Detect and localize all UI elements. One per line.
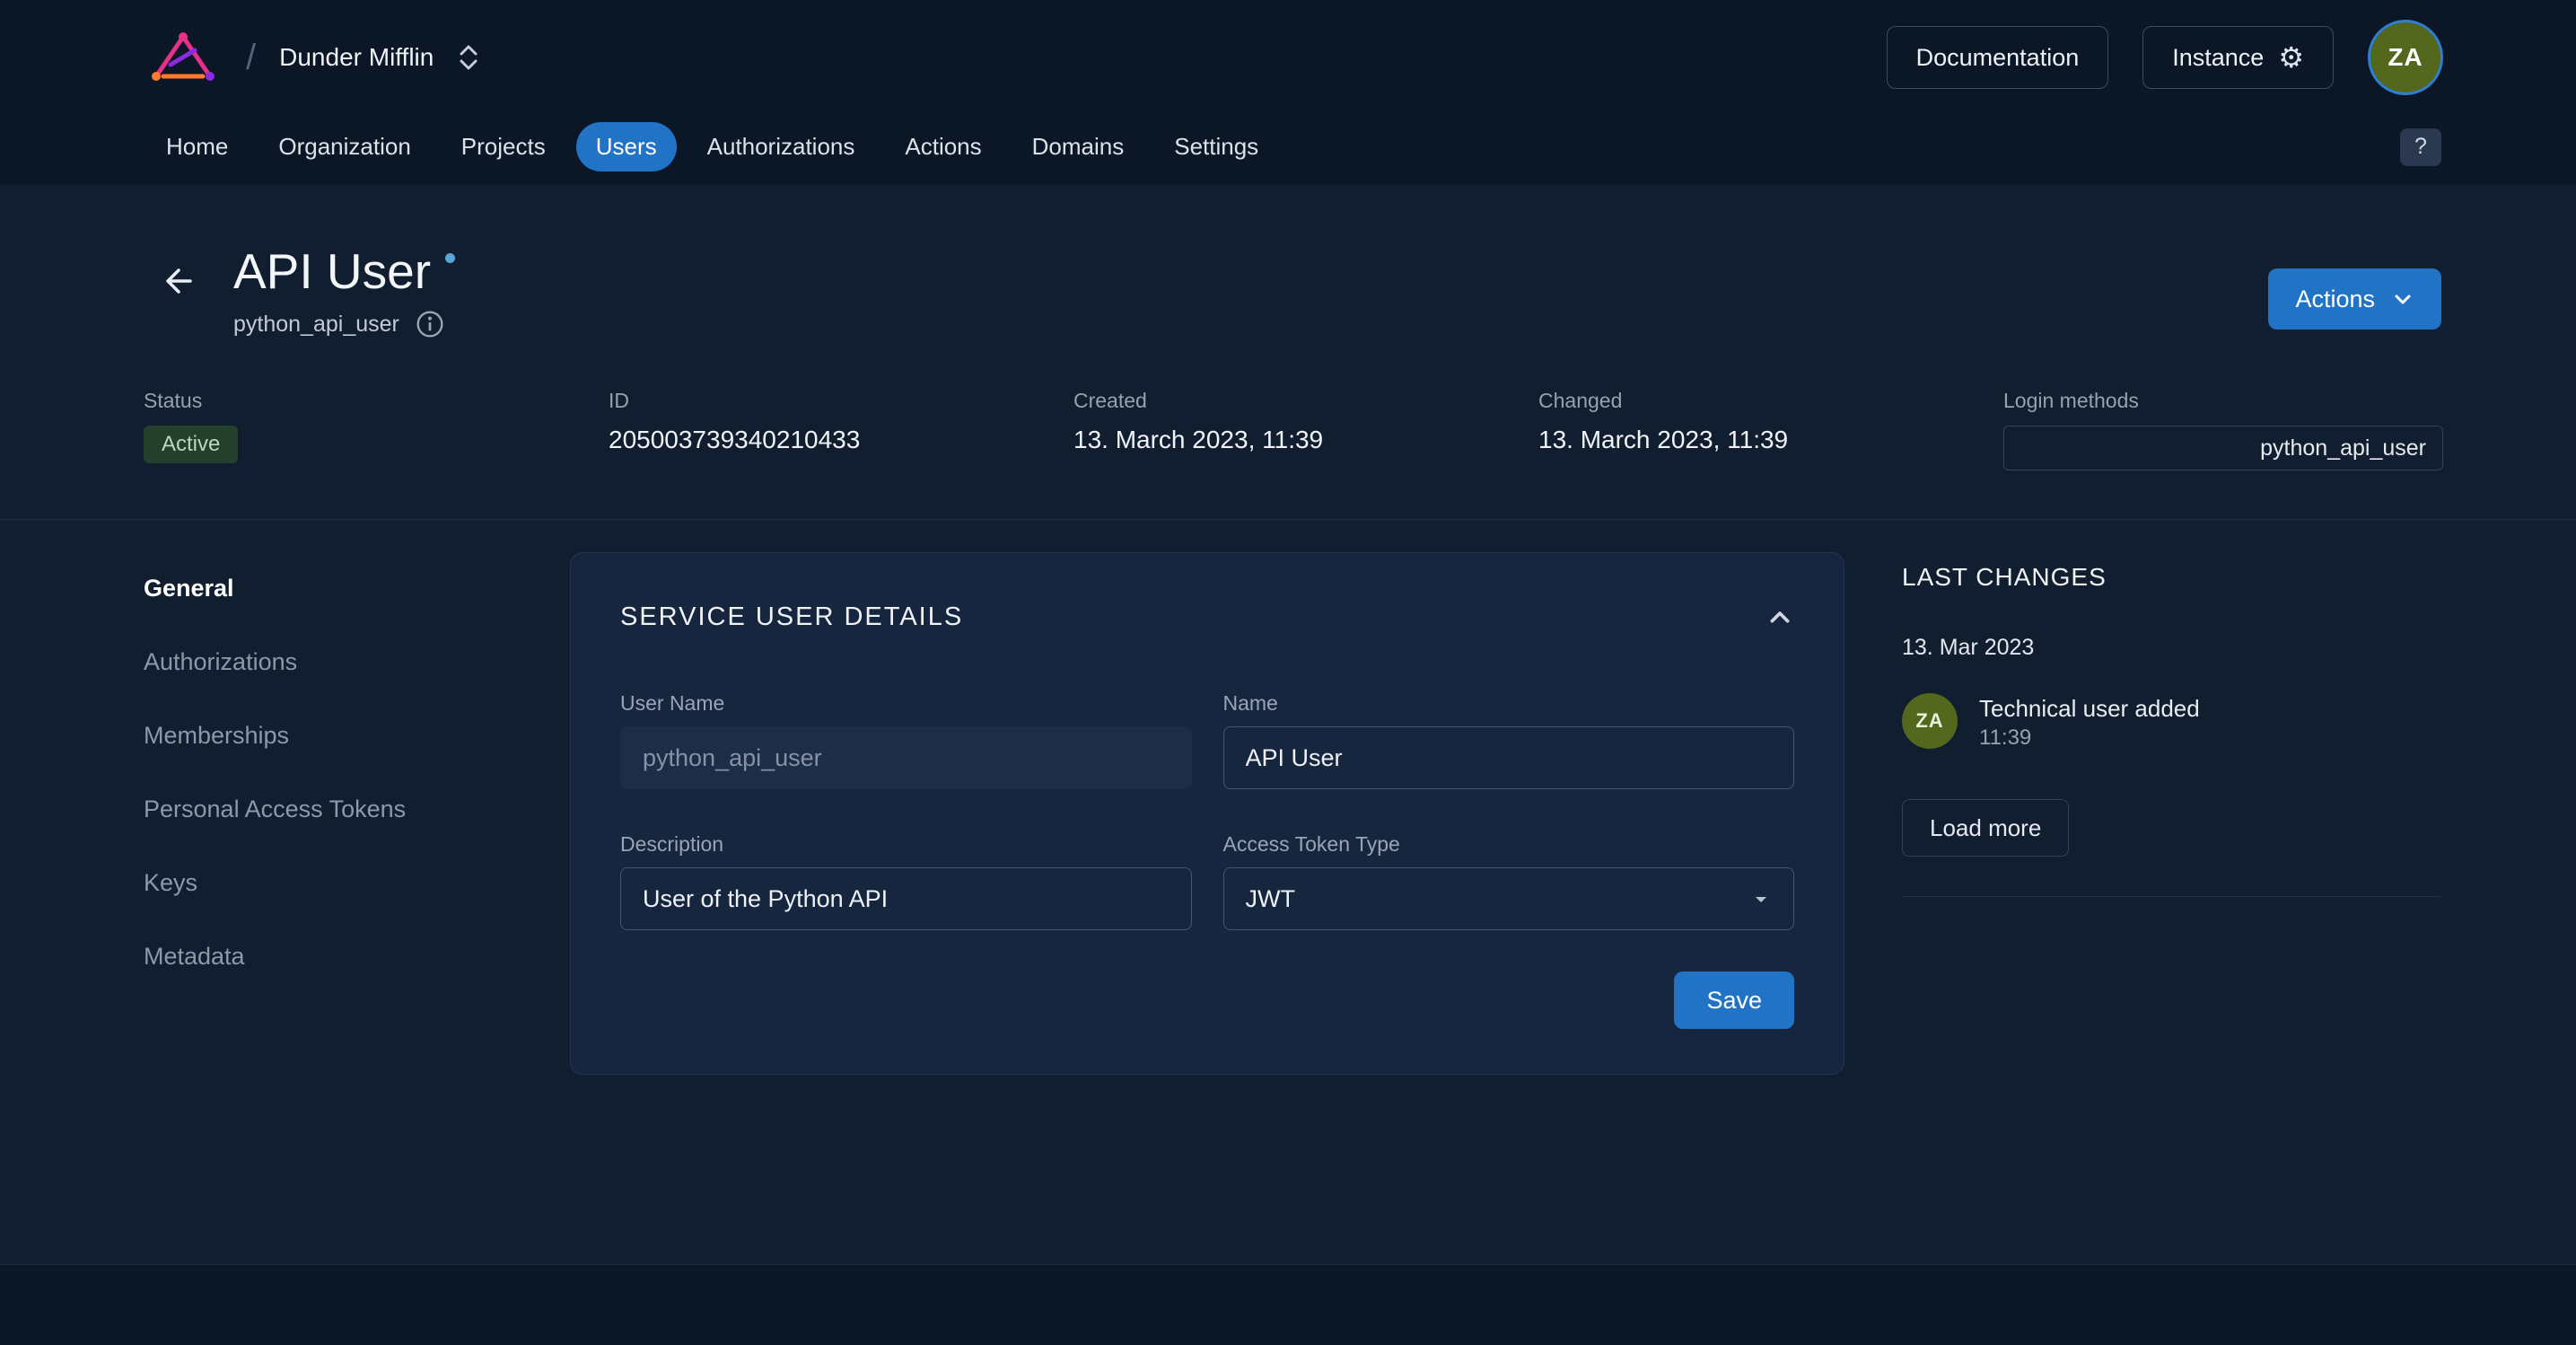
- service-user-details-card: SERVICE USER DETAILS User Name Name Desc…: [570, 552, 1844, 1075]
- access-token-type-label: Access Token Type: [1223, 832, 1795, 857]
- page-header: API User python_api_user Actions: [0, 184, 2576, 338]
- sidebar-item-metadata[interactable]: Metadata: [144, 933, 406, 980]
- changed-label: Changed: [1538, 389, 2003, 413]
- name-label: Name: [1223, 691, 1795, 716]
- detail-sidebar: General Authorizations Memberships Perso…: [144, 565, 406, 1007]
- user-name-input: [620, 726, 1192, 789]
- collapse-button[interactable]: [1766, 603, 1794, 632]
- last-changes-panel: LAST CHANGES 13. Mar 2023 ZA Technical u…: [1902, 563, 2440, 897]
- change-event: ZA Technical user added 11:39: [1902, 693, 2440, 751]
- event-text: Technical user added: [1979, 693, 2200, 724]
- arrow-left-icon: [157, 260, 198, 302]
- aside-divider: [1902, 896, 2440, 897]
- created-label: Created: [1073, 389, 1538, 413]
- sidebar-item-keys[interactable]: Keys: [144, 859, 406, 906]
- tab-actions[interactable]: Actions: [885, 122, 1001, 171]
- sidebar-item-memberships[interactable]: Memberships: [144, 712, 406, 759]
- chevron-up-icon: [1766, 603, 1794, 632]
- zitadel-logo-icon: [144, 28, 223, 87]
- main-nav: Home Organization Projects Users Authori…: [0, 115, 2576, 184]
- instance-button[interactable]: Instance ⚙: [2142, 26, 2334, 89]
- actions-label: Actions: [2295, 286, 2375, 313]
- login-methods-value: python_api_user: [2003, 426, 2443, 470]
- org-switcher[interactable]: Dunder Mifflin: [279, 42, 480, 73]
- info-button[interactable]: [416, 310, 444, 338]
- sidebar-item-general[interactable]: General: [144, 565, 406, 611]
- tab-organization[interactable]: Organization: [258, 122, 430, 171]
- user-avatar[interactable]: ZA: [2368, 20, 2443, 95]
- help-button[interactable]: ?: [2400, 128, 2441, 166]
- sidebar-item-authorizations[interactable]: Authorizations: [144, 638, 406, 685]
- access-token-type-value: JWT: [1246, 885, 1295, 913]
- last-changes-title: LAST CHANGES: [1902, 563, 2440, 592]
- description-input[interactable]: [620, 867, 1192, 930]
- id-label: ID: [609, 389, 1073, 413]
- tab-settings[interactable]: Settings: [1154, 122, 1278, 171]
- id-value: 205003739340210433: [609, 426, 1073, 454]
- tab-home[interactable]: Home: [146, 122, 248, 171]
- app-header: / Dunder Mifflin Documentation Instance …: [0, 0, 2576, 184]
- status-label: Status: [144, 389, 609, 413]
- section-divider: [0, 519, 2576, 520]
- description-label: Description: [620, 832, 1192, 857]
- name-input[interactable]: [1223, 726, 1795, 789]
- select-caret-icon: [1750, 888, 1772, 910]
- info-icon: [416, 310, 444, 338]
- sidebar-item-personal-access-tokens[interactable]: Personal Access Tokens: [144, 786, 406, 832]
- org-name: Dunder Mifflin: [279, 43, 434, 72]
- card-title: SERVICE USER DETAILS: [620, 602, 963, 632]
- event-time: 11:39: [1979, 725, 2200, 751]
- page-subtitle: python_api_user: [233, 312, 399, 338]
- documentation-label: Documentation: [1916, 44, 2080, 72]
- topbar: / Dunder Mifflin Documentation Instance …: [0, 0, 2576, 115]
- tab-projects[interactable]: Projects: [442, 122, 565, 171]
- access-token-type-select[interactable]: JWT: [1223, 867, 1795, 930]
- zitadel-logo[interactable]: [144, 28, 223, 87]
- title-indicator-dot: [445, 253, 455, 263]
- chevron-down-icon: [2391, 287, 2414, 311]
- tab-domains[interactable]: Domains: [1012, 122, 1144, 171]
- tab-users[interactable]: Users: [576, 122, 677, 171]
- instance-label: Instance: [2172, 44, 2264, 72]
- documentation-button[interactable]: Documentation: [1887, 26, 2109, 89]
- load-more-button[interactable]: Load more: [1902, 799, 2069, 857]
- unfold-icon: [457, 42, 480, 73]
- created-value: 13. March 2023, 11:39: [1073, 426, 1538, 454]
- event-avatar: ZA: [1902, 693, 1958, 749]
- back-button[interactable]: [153, 256, 203, 306]
- last-changes-date: 13. Mar 2023: [1902, 635, 2440, 661]
- app-footer: [0, 1264, 2576, 1345]
- meta-row: Status Active ID 205003739340210433 Crea…: [0, 389, 2576, 470]
- page-title: API User: [233, 243, 431, 299]
- org-separator: /: [246, 38, 256, 78]
- changed-value: 13. March 2023, 11:39: [1538, 426, 2003, 454]
- gear-icon: ⚙: [2278, 43, 2304, 72]
- login-methods-label: Login methods: [2003, 389, 2443, 413]
- tab-authorizations[interactable]: Authorizations: [688, 122, 875, 171]
- actions-button[interactable]: Actions: [2268, 268, 2441, 330]
- save-button[interactable]: Save: [1674, 971, 1794, 1029]
- status-badge: Active: [144, 426, 238, 463]
- user-name-label: User Name: [620, 691, 1192, 716]
